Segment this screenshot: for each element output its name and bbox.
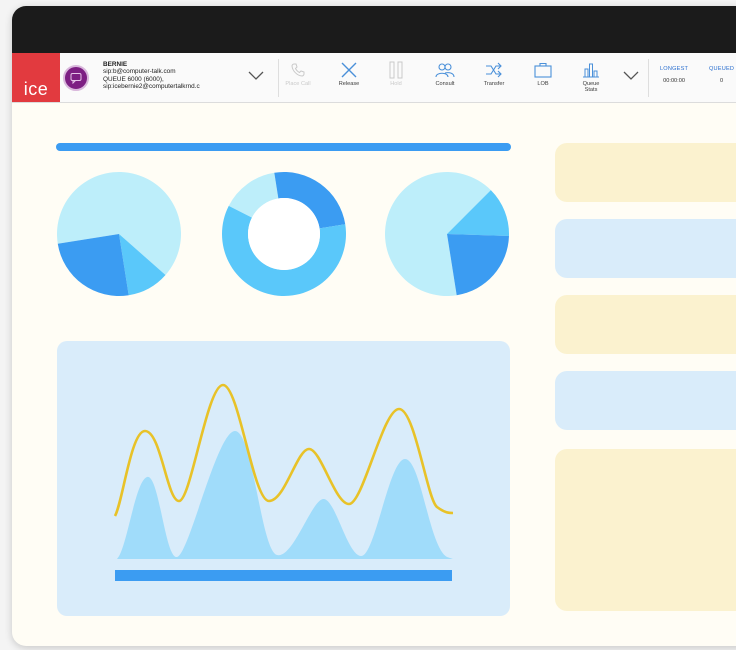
area-chart-panel — [57, 341, 510, 616]
release-button[interactable]: Release — [327, 59, 371, 99]
area-chart-baseline-bar — [115, 570, 452, 581]
transfer-icon — [485, 59, 503, 81]
toolbar-divider — [648, 59, 649, 97]
agent-sip: sip:b@computer-talk.com — [103, 68, 176, 76]
header-bar — [56, 143, 511, 151]
longest-value: 00:00:00 — [663, 78, 685, 84]
queued-label: QUEUED — [709, 66, 735, 72]
area-chart — [113, 383, 454, 581]
donut-hole — [248, 198, 320, 270]
place-call-button[interactable]: Place Call — [276, 59, 320, 99]
app-window: ice BERNIE sip:b@computer-talk.com QUEUE… — [12, 6, 736, 646]
transfer-button[interactable]: Transfer — [472, 59, 516, 99]
agent-queue: QUEUE 6000 (6000), — [103, 75, 164, 83]
ice-logo: ice — [12, 53, 60, 102]
toolbar: ice BERNIE sip:b@computer-talk.com QUEUE… — [12, 53, 736, 103]
side-card-blue-2 — [555, 371, 736, 430]
lob-button[interactable]: LOB — [521, 59, 565, 99]
chevron-down-icon[interactable] — [623, 71, 639, 81]
pie-slice — [447, 234, 509, 296]
hold-label: Hold — [390, 81, 402, 87]
longest-stat: LONGEST 00:00:00 — [660, 66, 688, 84]
consult-icon — [435, 59, 455, 81]
phone-icon — [290, 59, 306, 81]
agent-name: BERNIE — [103, 61, 128, 68]
agent-info[interactable]: BERNIE sip:b@computer-talk.com QUEUE 600… — [103, 61, 200, 91]
area-series — [117, 431, 453, 559]
pie-charts — [57, 171, 510, 296]
place-call-label: Place Call — [285, 81, 311, 87]
side-card-yellow-1 — [555, 143, 736, 202]
queue-stats-button[interactable]: Queue Stats — [569, 59, 613, 99]
transfer-label: Transfer — [483, 81, 505, 87]
longest-label: LONGEST — [660, 66, 689, 72]
consult-label: Consult — [435, 81, 455, 87]
bar-chart-icon — [582, 59, 600, 81]
agent-sip-secondary: sip:icebernie2@computertalkrnd.c — [103, 83, 200, 91]
release-label: Release — [338, 81, 360, 87]
consult-button[interactable]: Consult — [423, 59, 467, 99]
pie-slice — [57, 234, 129, 296]
queued-stat: QUEUED 0 — [709, 66, 734, 84]
title-bar — [12, 6, 736, 53]
side-card-yellow-large — [555, 449, 736, 611]
side-card-blue-1 — [555, 219, 736, 278]
lob-label: LOB — [537, 81, 549, 87]
chevron-down-icon[interactable] — [248, 71, 264, 81]
queue-stats-label: Queue Stats — [582, 81, 600, 94]
hold-button[interactable]: Hold — [374, 59, 418, 99]
close-icon — [340, 59, 358, 81]
side-card-yellow-2 — [555, 295, 736, 354]
briefcase-icon — [534, 59, 552, 81]
pause-icon — [388, 59, 404, 81]
chat-bubble-icon — [70, 73, 82, 84]
chat-avatar-icon[interactable] — [63, 65, 89, 91]
dashboard-content — [12, 102, 736, 646]
queued-value: 0 — [720, 78, 724, 84]
